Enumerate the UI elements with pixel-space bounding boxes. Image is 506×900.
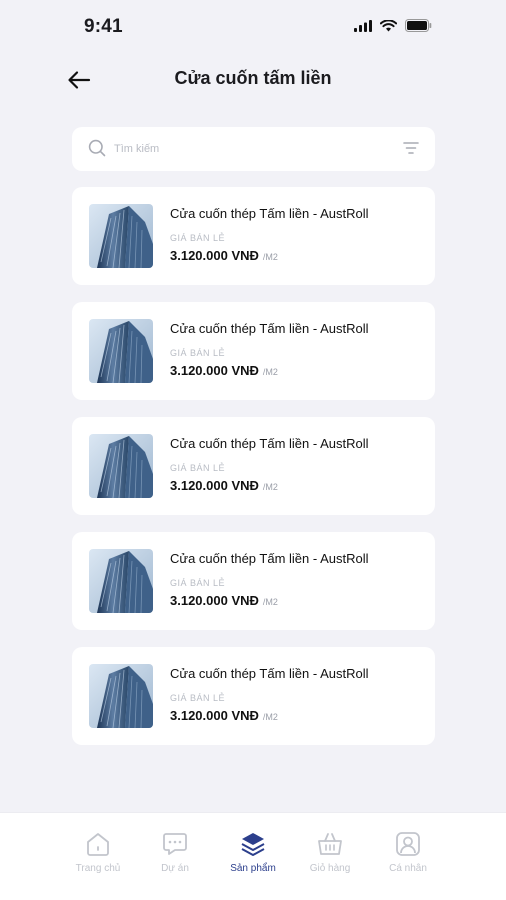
tab-home[interactable]: Trang chủ [58,831,138,874]
product-name: Cửa cuốn thép Tấm liền - AustRoll [170,206,369,221]
wifi-icon [380,19,397,31]
search-input[interactable] [114,139,384,159]
product-image [89,664,153,728]
product-name: Cửa cuốn thép Tấm liền - AustRoll [170,666,369,681]
basket-icon [318,833,342,855]
tab-products-label: Sản phẩm [230,863,276,874]
product-card[interactable]: Cửa cuốn thép Tấm liền - AustRoll GIÁ BÁ… [72,187,435,285]
tab-projects[interactable]: Dự án [135,831,215,874]
product-card[interactable]: Cửa cuốn thép Tấm liền - AustRoll GIÁ BÁ… [72,532,435,630]
tab-profile[interactable]: Cá nhân [368,831,448,874]
layers-icon [241,833,265,856]
product-name: Cửa cuốn thép Tấm liền - AustRoll [170,321,369,336]
battery-icon [405,19,432,32]
product-card[interactable]: Cửa cuốn thép Tấm liền - AustRoll GIÁ BÁ… [72,417,435,515]
tab-cart-label: Giỏ hàng [309,863,351,874]
signal-icon [354,19,372,32]
price-label: GIÁ BÁN LẺ [170,578,226,588]
search-icon [88,139,106,157]
product-price: 3.120.000 VNĐ [170,708,259,723]
tab-projects-label: Dự án [161,863,189,874]
price-unit: /M2 [262,367,278,377]
page-title: Cửa cuốn tấm liền [174,68,332,88]
profile-icon [396,832,420,856]
product-name: Cửa cuốn thép Tấm liền - AustRoll [170,551,369,566]
product-name: Cửa cuốn thép Tấm liền - AustRoll [170,436,369,451]
status-bar: 9:41 [0,0,506,56]
product-price-line: 3.120.000 VNĐ/M2 [170,363,278,378]
product-price: 3.120.000 VNĐ [170,593,259,608]
tab-cart[interactable]: Giỏ hàng [290,831,370,874]
product-image [89,204,153,268]
price-unit: /M2 [262,482,278,492]
price-label: GIÁ BÁN LẺ [170,463,226,473]
product-list: Cửa cuốn thép Tấm liền - AustRoll GIÁ BÁ… [72,187,435,762]
product-price-line: 3.120.000 VNĐ/M2 [170,248,278,263]
bottom-tab-bar: Trang chủ Dự án Sản phẩm Giỏ hàng Cá nhâ… [0,812,506,900]
tab-profile-label: Cá nhân [389,863,427,874]
product-price-line: 3.120.000 VNĐ/M2 [170,708,278,723]
price-unit: /M2 [262,712,278,722]
tab-home-label: Trang chủ [75,863,121,874]
product-image [89,549,153,613]
product-price-line: 3.120.000 VNĐ/M2 [170,593,278,608]
status-time: 9:41 [84,16,123,37]
price-label: GIÁ BÁN LẺ [170,348,226,358]
chat-icon [163,833,187,855]
product-price-line: 3.120.000 VNĐ/M2 [170,478,278,493]
product-price: 3.120.000 VNĐ [170,248,259,263]
product-price: 3.120.000 VNĐ [170,478,259,493]
filter-icon[interactable] [403,141,419,155]
price-label: GIÁ BÁN LẺ [170,233,226,243]
tab-products[interactable]: Sản phẩm [213,831,293,874]
header: Cửa cuốn tấm liền [0,56,506,104]
status-icons [354,19,432,32]
price-label: GIÁ BÁN LẺ [170,693,226,703]
product-image [89,319,153,383]
price-unit: /M2 [262,597,278,607]
product-image [89,434,153,498]
price-unit: /M2 [262,252,278,262]
product-card[interactable]: Cửa cuốn thép Tấm liền - AustRoll GIÁ BÁ… [72,302,435,400]
product-card[interactable]: Cửa cuốn thép Tấm liền - AustRoll GIÁ BÁ… [72,647,435,745]
search-bar [72,127,435,171]
home-icon [87,833,109,856]
product-price: 3.120.000 VNĐ [170,363,259,378]
